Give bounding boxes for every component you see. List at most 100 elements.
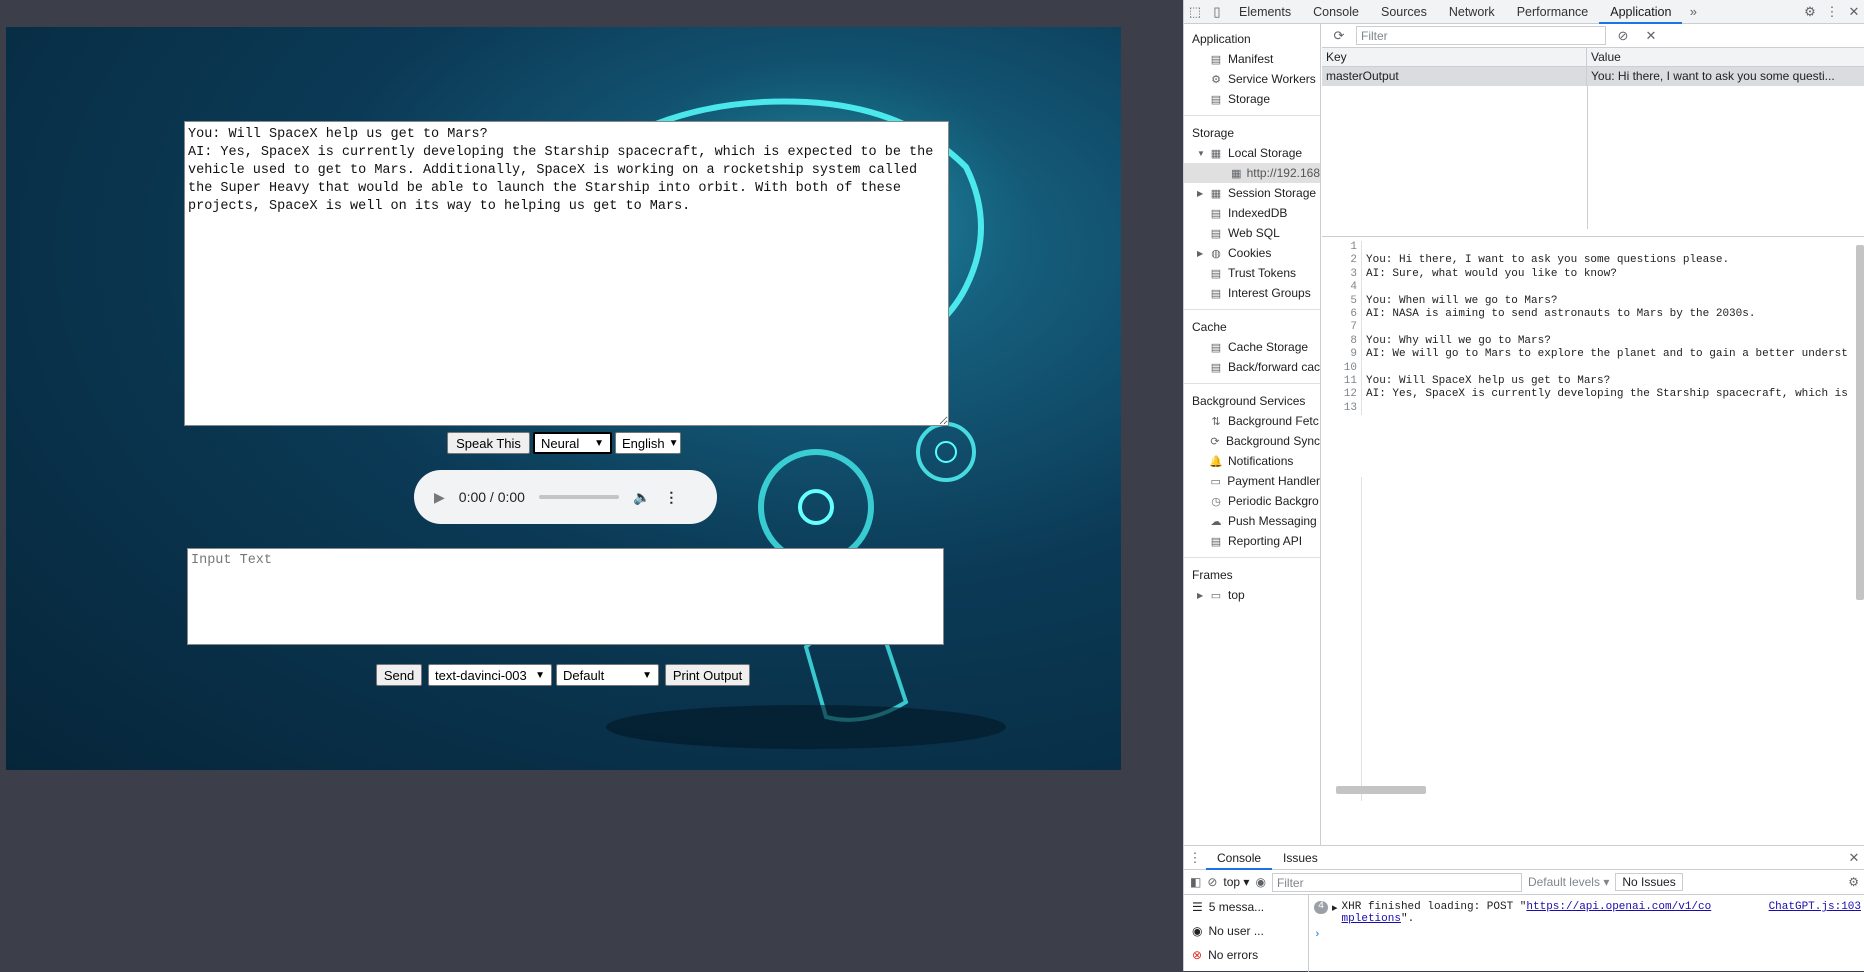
- volume-icon[interactable]: 🔈: [633, 489, 650, 506]
- context-select[interactable]: top ▾: [1223, 875, 1249, 889]
- sidebar-item-back-forward-cache[interactable]: ▤ Back/forward cac: [1184, 357, 1320, 377]
- sync-icon: ⟳: [1210, 435, 1220, 448]
- sidebar-item-periodic-background-sync[interactable]: ◷ Periodic Backgro: [1184, 491, 1320, 511]
- storage-filter-input[interactable]: Filter: [1356, 26, 1606, 45]
- column-header-key[interactable]: Key: [1322, 48, 1587, 66]
- input-text-textarea[interactable]: Input Text: [187, 548, 944, 645]
- sidebar-item-push-messaging[interactable]: ☁ Push Messaging: [1184, 511, 1320, 531]
- console-side-messages[interactable]: ☰ 5 messa...: [1184, 895, 1308, 919]
- console-filter-input[interactable]: Filter: [1271, 872, 1522, 892]
- line-number-gutter: [1322, 477, 1362, 801]
- sidebar-item-background-fetch[interactable]: ⇅ Background Fetc: [1184, 411, 1320, 431]
- voice-engine-select[interactable]: Neural ▼: [533, 432, 612, 454]
- line-number: 9: [1322, 348, 1362, 362]
- more-options-icon[interactable]: ⋮: [664, 489, 678, 506]
- sidebar-item-local-storage[interactable]: ▼ ▦ Local Storage: [1184, 143, 1320, 163]
- language-select[interactable]: English ▼: [615, 432, 681, 454]
- more-tabs-icon[interactable]: »: [1682, 0, 1704, 24]
- collapsed-triangle-icon[interactable]: ▶: [1197, 189, 1203, 198]
- sidebar-item-frame-top[interactable]: ▶ ▭ top: [1184, 585, 1320, 605]
- value-preview-pane[interactable]: 1 2 You: Hi there, I want to ask you some …: [1322, 236, 1864, 801]
- database-icon: ▤: [1210, 361, 1222, 374]
- kebab-menu-icon[interactable]: ⋮: [1821, 0, 1843, 24]
- sidebar-item-manifest[interactable]: ▤ Manifest: [1184, 49, 1320, 69]
- kebab-menu-icon[interactable]: ⋮: [1184, 846, 1206, 870]
- console-side-label: No errors: [1208, 948, 1259, 962]
- expand-triangle-icon[interactable]: ▸: [1332, 901, 1338, 925]
- sidebar-item-notifications[interactable]: 🔔 Notifications: [1184, 451, 1320, 471]
- column-header-value[interactable]: Value: [1587, 48, 1864, 66]
- table-row[interactable]: masterOutput You: Hi there, I want to as…: [1322, 67, 1864, 86]
- sidebar-item-cookies[interactable]: ▶ ◍ Cookies: [1184, 243, 1320, 263]
- play-icon[interactable]: ▶: [434, 489, 445, 506]
- message-source-link[interactable]: ChatGPT.js:103: [1769, 901, 1861, 925]
- clear-console-icon[interactable]: ⊘: [1207, 875, 1217, 889]
- eye-icon[interactable]: ◉: [1255, 875, 1265, 889]
- console-side-user-messages[interactable]: ◉ No user ...: [1184, 919, 1308, 943]
- speak-this-button[interactable]: Speak This: [447, 432, 530, 454]
- issues-button[interactable]: No Issues: [1615, 873, 1683, 891]
- column-divider: [1587, 86, 1588, 229]
- chevron-down-icon: ▼: [535, 669, 545, 681]
- refresh-icon[interactable]: ⟳: [1328, 24, 1350, 48]
- sidebar-item-web-sql[interactable]: ▤ Web SQL: [1184, 223, 1320, 243]
- drawer-tab-console[interactable]: Console: [1206, 846, 1273, 870]
- sidebar-item-interest-groups[interactable]: ▤ Interest Groups: [1184, 283, 1320, 303]
- sidebar-item-payment-handler[interactable]: ▭ Payment Handler: [1184, 471, 1320, 491]
- send-button[interactable]: Send: [376, 664, 422, 686]
- sidebar-item-reporting-api[interactable]: ▤ Reporting API: [1184, 531, 1320, 551]
- table-cell-key[interactable]: masterOutput: [1322, 67, 1587, 86]
- console-message[interactable]: 4 ▸ XHR finished loading: POST "https://…: [1314, 901, 1861, 925]
- drawer-tabs: ⋮ Console Issues ✕: [1184, 846, 1864, 870]
- gear-icon[interactable]: ⚙: [1799, 0, 1821, 24]
- sidebar-toggle-icon[interactable]: ◧: [1190, 875, 1201, 889]
- delete-selected-icon[interactable]: ✕: [1640, 24, 1662, 48]
- sidebar-item-trust-tokens[interactable]: ▤ Trust Tokens: [1184, 263, 1320, 283]
- message-url-link-continued[interactable]: mpletions: [1342, 913, 1401, 925]
- drawer-tab-issues[interactable]: Issues: [1272, 846, 1329, 870]
- close-icon[interactable]: ✕: [1843, 0, 1864, 24]
- sidebar-item-storage[interactable]: ▤ Storage: [1184, 89, 1320, 109]
- tab-elements[interactable]: Elements: [1228, 0, 1302, 24]
- tab-network[interactable]: Network: [1438, 0, 1506, 24]
- sidebar-item-session-storage[interactable]: ▶ ▦ Session Storage: [1184, 183, 1320, 203]
- console-prompt[interactable]: ›: [1314, 929, 1861, 941]
- tab-application[interactable]: Application: [1599, 0, 1683, 24]
- line-number: 13: [1322, 401, 1362, 416]
- clear-all-icon[interactable]: ⊘: [1612, 24, 1634, 48]
- vertical-scrollbar[interactable]: [1856, 245, 1864, 600]
- sidebar-item-cache-storage[interactable]: ▤ Cache Storage: [1184, 337, 1320, 357]
- audio-progress-slider[interactable]: [538, 495, 619, 499]
- close-icon[interactable]: ✕: [1843, 846, 1864, 870]
- conversation-output-textarea[interactable]: You: Will SpaceX help us get to Mars? AI…: [184, 121, 949, 426]
- line-number: 2: [1322, 254, 1362, 268]
- expanded-triangle-icon[interactable]: ▼: [1197, 149, 1205, 158]
- sidebar-item-service-workers[interactable]: ⚙ Service Workers: [1184, 69, 1320, 89]
- collapsed-triangle-icon[interactable]: ▶: [1197, 249, 1203, 258]
- console-side-errors[interactable]: ⊗ No errors: [1184, 943, 1308, 967]
- print-output-button[interactable]: Print Output: [665, 664, 750, 686]
- tab-sources[interactable]: Sources: [1370, 0, 1438, 24]
- table-cell-value[interactable]: You: Hi there, I want to ask you some qu…: [1587, 67, 1864, 86]
- sidebar-item-label: Interest Groups: [1228, 286, 1311, 300]
- horizontal-scrollbar[interactable]: [1336, 786, 1426, 794]
- sidebar-item-background-sync[interactable]: ⟳ Background Sync: [1184, 431, 1320, 451]
- collapsed-triangle-icon[interactable]: ▶: [1197, 591, 1203, 600]
- mode-select[interactable]: Default ▼: [556, 664, 659, 686]
- sidebar-item-label: Trust Tokens: [1228, 266, 1297, 280]
- preview-line: 2 You: Hi there, I want to ask you some q…: [1322, 254, 1864, 268]
- message-url-link[interactable]: https://api.openai.com/v1/co: [1526, 901, 1711, 913]
- log-levels-select[interactable]: Default levels ▾: [1528, 875, 1609, 889]
- device-toggle-icon[interactable]: ▯: [1206, 0, 1228, 24]
- tab-performance[interactable]: Performance: [1506, 0, 1600, 24]
- inspect-icon[interactable]: ⬚: [1184, 0, 1206, 24]
- line-number: 8: [1322, 334, 1362, 349]
- line-number: 7: [1322, 321, 1362, 335]
- send-label: Send: [383, 667, 415, 683]
- tab-console[interactable]: Console: [1302, 0, 1370, 24]
- model-select[interactable]: text-davinci-003 ▼: [428, 664, 552, 686]
- gear-icon[interactable]: ⚙: [1848, 875, 1864, 889]
- sidebar-item-indexeddb[interactable]: ▤ IndexedDB: [1184, 203, 1320, 223]
- devtools-toolbar: ⬚ ▯ Elements Console Sources Network Per…: [1184, 0, 1864, 24]
- sidebar-item-origin[interactable]: ▦ http://192.168: [1184, 163, 1320, 183]
